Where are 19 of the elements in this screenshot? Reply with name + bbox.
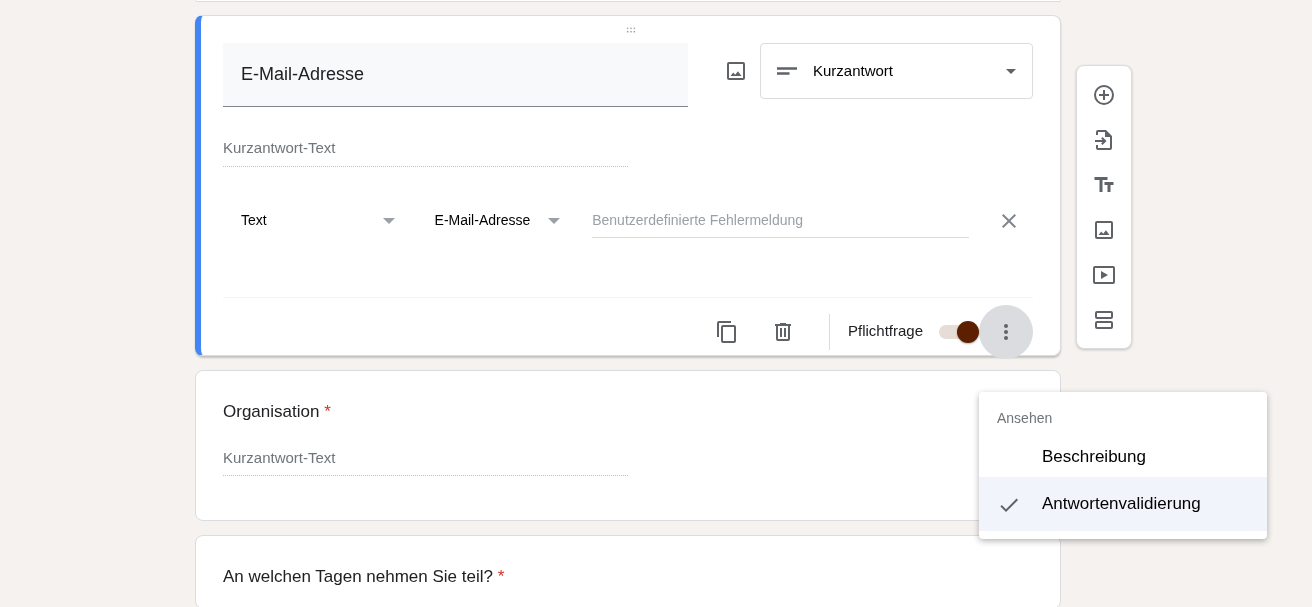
question-title: An welchen Tagen nehmen Sie teil? * bbox=[223, 566, 505, 588]
caret-icon bbox=[1006, 68, 1016, 74]
menu-item[interactable]: Antwortenvalidierung bbox=[979, 477, 1267, 531]
caret-icon bbox=[548, 217, 561, 224]
answer-field[interactable]: Kurzantwort-Text bbox=[223, 440, 628, 476]
question-title: Organisation * bbox=[223, 401, 331, 423]
validation-type-dropdown[interactable]: Text bbox=[223, 204, 413, 237]
validation-condition-dropdown[interactable]: E-Mail-Adresse bbox=[416, 204, 579, 237]
copy-icon bbox=[714, 319, 739, 344]
short-text-icon bbox=[777, 67, 797, 75]
caret-icon bbox=[382, 217, 395, 224]
more-vert-icon bbox=[1004, 323, 1008, 340]
menu-item[interactable]: Beschreibung bbox=[979, 437, 1267, 477]
required-label: Pflichtfrage bbox=[847, 321, 923, 342]
image-icon bbox=[724, 59, 748, 83]
answer-field[interactable]: Kurzantwort-Text bbox=[223, 131, 628, 167]
question-title-field[interactable]: E-Mail-Adresse bbox=[223, 43, 688, 107]
menu-header: Ansehen bbox=[996, 409, 1054, 428]
question-type-dropdown[interactable]: Kurzantwort bbox=[760, 43, 1033, 99]
